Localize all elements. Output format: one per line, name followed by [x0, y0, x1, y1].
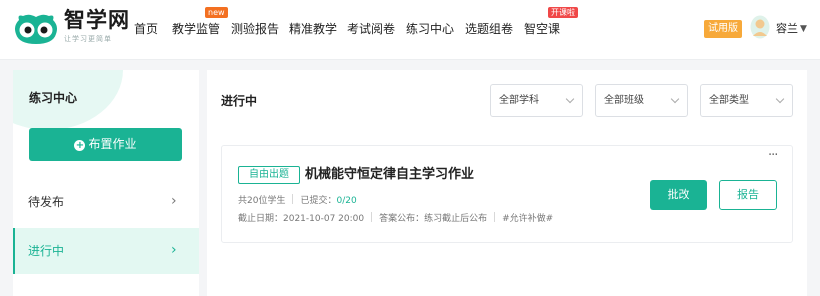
- brand-name: 智学网: [64, 8, 130, 32]
- trial-version-badge[interactable]: 试用版: [704, 20, 742, 38]
- sidebar-item-label: 待发布: [28, 195, 65, 209]
- select-value: 全部类型: [709, 95, 749, 106]
- assign-homework-label: 布置作业: [88, 137, 137, 151]
- divider: [494, 212, 496, 222]
- report-button[interactable]: 报告: [719, 180, 777, 210]
- homework-type-tag: 自由出题: [238, 166, 300, 184]
- assign-homework-button[interactable]: + 布置作业: [29, 128, 182, 161]
- homework-title[interactable]: 机械能守恒定律自主学习作业: [305, 166, 474, 184]
- grade-button[interactable]: 批改: [650, 180, 707, 210]
- submitted-count: 0/20: [336, 196, 357, 206]
- answer-publish-time: 答案公布：练习截止后公布: [379, 214, 488, 224]
- student-count: 共20位学生: [238, 196, 286, 206]
- nav-practice-center[interactable]: 练习中心: [406, 21, 454, 37]
- subject-filter-select[interactable]: 全部学科: [490, 84, 583, 117]
- select-value: 全部学科: [499, 95, 539, 106]
- class-filter-select[interactable]: 全部班级: [595, 84, 688, 117]
- homework-card[interactable]: ··· 自由出题 机械能守恒定律自主学习作业 共20位学生 已提交：0/20 截止…: [221, 145, 793, 243]
- more-dots-icon[interactable]: ···: [768, 149, 778, 162]
- top-navbar: 智学网 让学习更简单 首页 教学监管 new 测验报告 精准教学 考试阅卷 练习…: [0, 0, 820, 60]
- chevron-right-icon: ›: [171, 193, 177, 209]
- type-filter-select[interactable]: 全部类型: [700, 84, 793, 117]
- homework-stats: 共20位学生 已提交：0/20: [238, 194, 357, 208]
- nav-home[interactable]: 首页: [134, 21, 158, 37]
- user-name[interactable]: 容兰: [776, 21, 798, 37]
- chevron-down-icon: [565, 94, 575, 104]
- sidebar-title: 练习中心: [29, 91, 78, 105]
- makeup-allowed-tag: #允许补做#: [502, 214, 554, 224]
- nav-teaching-supervision[interactable]: 教学监管: [172, 21, 220, 37]
- divider: [292, 194, 294, 204]
- divider: [371, 212, 373, 222]
- class-open-badge: 开课啦: [548, 7, 578, 18]
- caret-down-icon[interactable]: ▼: [800, 21, 807, 37]
- page-title: 进行中: [221, 94, 258, 108]
- chevron-down-icon: [775, 94, 785, 104]
- deadline: 截止日期：2021-10-07 20:00: [238, 214, 365, 224]
- chevron-right-icon: ›: [171, 242, 177, 258]
- nav-question-assembly[interactable]: 选题组卷: [465, 21, 513, 37]
- sidebar-item-pending[interactable]: 待发布 ›: [13, 179, 199, 225]
- select-value: 全部班级: [604, 95, 644, 106]
- nav-smart-class[interactable]: 智空课: [524, 21, 560, 37]
- homework-details: 截止日期：2021-10-07 20:00 答案公布：练习截止后公布 #允许补做#: [238, 212, 553, 226]
- chevron-down-icon: [670, 94, 680, 104]
- owl-logo-icon[interactable]: [13, 12, 59, 46]
- new-badge: new: [205, 7, 228, 18]
- nav-precision-teaching[interactable]: 精准教学: [289, 21, 337, 37]
- nav-test-report[interactable]: 测验报告: [231, 21, 279, 37]
- sidebar-item-label: 进行中: [28, 244, 65, 258]
- main-panel: 进行中 全部学科 全部班级 全部类型 ··· 自由出题 机械能守恒定律自主学习作…: [207, 70, 807, 296]
- sidebar: 练习中心 + 布置作业 待发布 › 进行中 ›: [13, 70, 199, 296]
- brand-slogan: 让学习更简单: [64, 35, 112, 43]
- sidebar-item-in-progress[interactable]: 进行中 ›: [13, 228, 199, 274]
- user-avatar-icon[interactable]: [750, 15, 770, 39]
- nav-exam-marking[interactable]: 考试阅卷: [347, 21, 395, 37]
- submitted-label: 已提交：: [300, 196, 337, 206]
- plus-circle-icon: +: [74, 140, 86, 151]
